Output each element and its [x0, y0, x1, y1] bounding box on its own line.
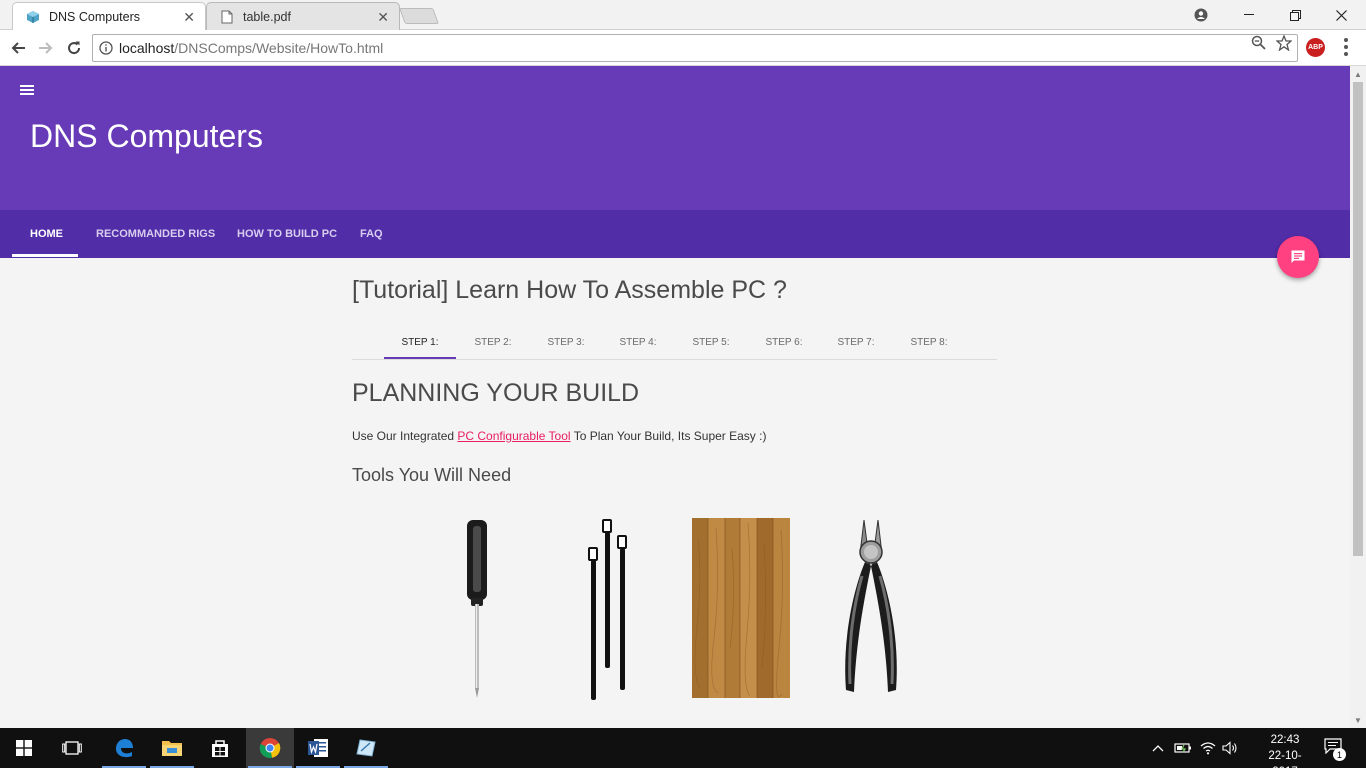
page-viewport: DNS Computers HOME RECOMMANDED RIGS HOW … — [0, 66, 1350, 728]
tab-table-pdf[interactable]: table.pdf ✕ — [206, 2, 400, 30]
url-host: localhost — [119, 40, 175, 56]
scrollbar-thumb[interactable] — [1353, 82, 1363, 556]
chat-fab-button[interactable] — [1277, 236, 1319, 278]
chrome-app-icon[interactable] — [246, 728, 294, 768]
wooden-surface-image — [692, 518, 790, 703]
info-icon[interactable] — [93, 41, 119, 55]
tab-step-7[interactable]: STEP 7: — [820, 324, 892, 360]
profile-icon[interactable] — [1178, 0, 1224, 30]
edge-app-icon[interactable] — [100, 728, 148, 768]
tab-step-5[interactable]: STEP 5: — [675, 324, 747, 360]
tab-step-3[interactable]: STEP 3: — [530, 324, 602, 360]
step-tabs: STEP 1: STEP 2: STEP 3: STEP 4: STEP 5: … — [352, 324, 997, 360]
url-path: /DNSComps/Website/HowTo.html — [174, 40, 384, 56]
zoom-icon[interactable] — [1251, 35, 1266, 55]
browser-menu-icon[interactable] — [1344, 38, 1350, 56]
section-title: PLANNING YOUR BUILD — [352, 379, 640, 407]
back-arrow-icon[interactable] — [6, 36, 30, 60]
bookmark-star-icon[interactable] — [1275, 34, 1293, 56]
tab-close-icon[interactable]: ✕ — [377, 9, 389, 26]
intro-text: Use Our Integrated — [352, 429, 458, 443]
show-hidden-icons[interactable] — [1152, 728, 1164, 768]
restore-icon[interactable] — [1272, 0, 1318, 30]
file-explorer-icon[interactable] — [148, 728, 196, 768]
document-icon — [219, 9, 235, 25]
site-header: DNS Computers — [0, 66, 1350, 210]
taskbar-clock[interactable]: 22:43 22-10-2017 — [1258, 732, 1312, 768]
cable-ties-image — [586, 518, 632, 709]
new-tab-button[interactable] — [399, 8, 439, 24]
page-title: [Tutorial] Learn How To Assemble PC ? — [352, 276, 787, 304]
tab-step-1[interactable]: STEP 1: — [384, 324, 456, 360]
nav-home[interactable]: HOME — [30, 210, 63, 258]
tab-title: table.pdf — [243, 9, 291, 24]
page-scrollbar[interactable]: ▲ ▼ — [1350, 66, 1366, 728]
tab-step-2[interactable]: STEP 2: — [457, 324, 529, 360]
word-app-icon[interactable] — [294, 728, 342, 768]
tetrahedron-favicon-icon — [25, 9, 41, 25]
volume-icon[interactable] — [1222, 728, 1238, 768]
intro-paragraph: Use Our Integrated PC Configurable Tool … — [352, 429, 766, 443]
nav-faq[interactable]: FAQ — [360, 210, 383, 258]
task-view-icon[interactable] — [48, 728, 96, 768]
browser-tabstrip: DNS Computers ✕ table.pdf ✕ — [0, 0, 1366, 30]
adblock-icon[interactable]: ABP — [1306, 38, 1325, 57]
site-title: DNS Computers — [30, 118, 263, 154]
notification-count-badge: 1 — [1333, 748, 1346, 761]
tab-close-icon[interactable]: ✕ — [183, 9, 195, 26]
close-window-icon[interactable] — [1318, 0, 1364, 30]
tab-step-6[interactable]: STEP 6: — [748, 324, 820, 360]
store-icon[interactable] — [196, 728, 244, 768]
message-icon — [1291, 250, 1305, 263]
site-navbar: HOME RECOMMANDED RIGS HOW TO BUILD PC FA… — [0, 210, 1350, 258]
pc-configurable-tool-link[interactable]: PC Configurable Tool — [457, 429, 570, 443]
tab-step-8[interactable]: STEP 8: — [893, 324, 965, 360]
tools-heading: Tools You Will Need — [352, 465, 512, 485]
clock-time: 22:43 — [1270, 734, 1300, 746]
minimize-icon[interactable] — [1226, 0, 1272, 30]
screwdriver-image — [462, 518, 492, 705]
browser-toolbar: localhost/DNSComps/Website/HowTo.html — [0, 30, 1366, 66]
windows-taskbar: 22:43 22-10-2017 1 — [0, 728, 1366, 768]
hamburger-menu-icon[interactable] — [20, 85, 34, 97]
nav-recommanded-rigs[interactable]: RECOMMANDED RIGS — [96, 210, 215, 258]
step-active-indicator — [384, 357, 456, 359]
nav-active-indicator — [12, 254, 78, 257]
tab-title: DNS Computers — [49, 9, 140, 24]
scroll-up-icon[interactable]: ▲ — [1354, 70, 1362, 79]
clock-date: 22-10-2017 — [1268, 750, 1302, 768]
snipping-tool-icon[interactable] — [342, 728, 390, 768]
pliers-image — [840, 518, 904, 705]
tab-step-4[interactable]: STEP 4: — [602, 324, 674, 360]
wifi-icon[interactable] — [1200, 728, 1216, 768]
tab-dns-computers[interactable]: DNS Computers ✕ — [12, 2, 206, 30]
battery-icon[interactable] — [1174, 728, 1192, 768]
reload-icon[interactable] — [62, 36, 86, 60]
intro-text-end: To Plan Your Build, Its Super Easy :) — [570, 429, 767, 443]
windows-start-icon[interactable] — [0, 728, 48, 768]
nav-how-to-build-pc[interactable]: HOW TO BUILD PC — [237, 210, 337, 258]
forward-arrow-icon[interactable] — [34, 36, 58, 60]
address-bar[interactable]: localhost/DNSComps/Website/HowTo.html — [92, 34, 1298, 62]
scroll-down-icon[interactable]: ▼ — [1354, 716, 1362, 725]
